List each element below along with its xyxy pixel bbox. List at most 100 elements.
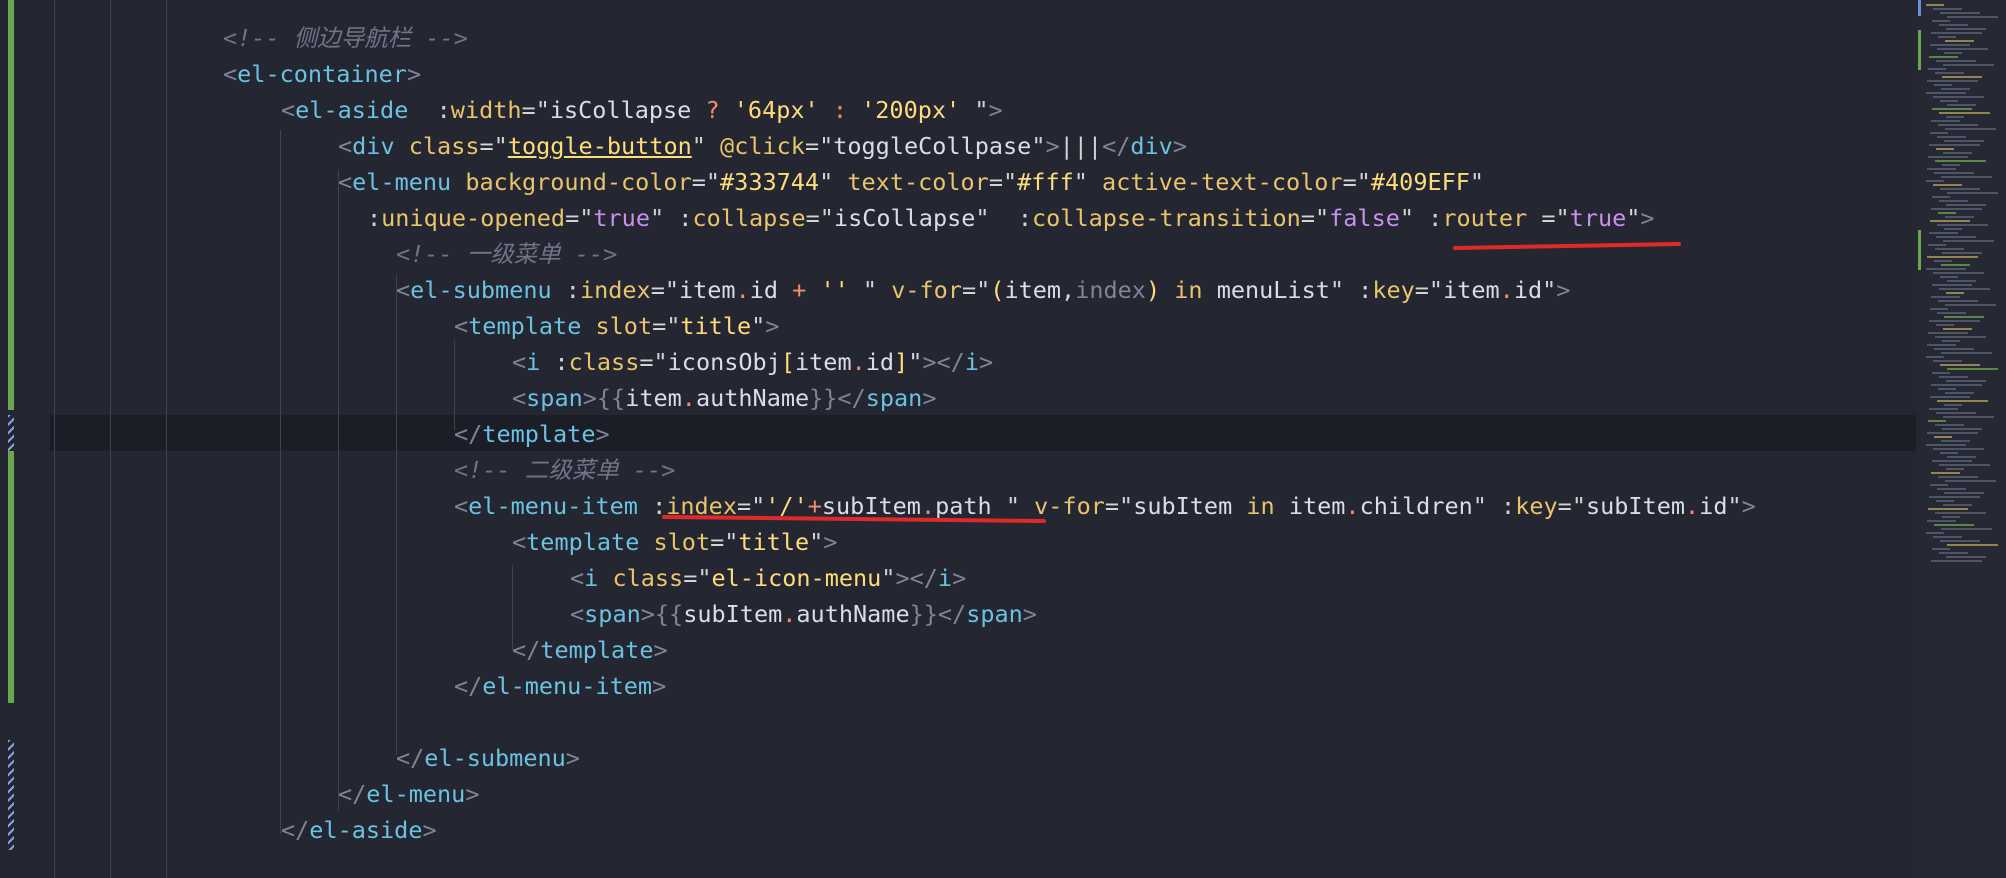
code-token: el-aside [309, 816, 423, 844]
code-line[interactable]: <div class="toggle-button" @click="toggl… [338, 128, 1187, 164]
code-token: </ [454, 420, 483, 448]
code-token: in [1160, 276, 1217, 304]
code-line[interactable]: :unique-opened="true" :collapse="isColla… [367, 200, 1655, 236]
code-line[interactable]: <el-menu background-color="#333744" text… [338, 164, 1484, 200]
code-token: iconsObj [667, 348, 781, 376]
minimap-line [1941, 264, 1970, 266]
minimap-line [1934, 524, 1974, 526]
code-token: id [865, 348, 895, 376]
minimap-line [1939, 464, 1990, 466]
minimap-line [1938, 388, 1956, 390]
code-line[interactable]: </el-aside> [281, 812, 437, 848]
code-token: v-for [1034, 492, 1105, 520]
minimap-line [1940, 364, 1980, 366]
code-token: < [570, 600, 585, 628]
code-line[interactable]: <span>{{item.authName}}</span> [512, 380, 936, 416]
code-line[interactable]: <el-menu-item :index="'/'+subItem.path "… [454, 488, 1756, 524]
code-token: key [1515, 492, 1558, 520]
code-line[interactable]: </template> [454, 416, 610, 452]
code-token: =" [1557, 492, 1586, 520]
code-line[interactable]: <i :class="iconsObj[item.id]"></i> [512, 344, 993, 380]
code-token: > [406, 60, 422, 88]
code-line[interactable]: </template> [512, 632, 668, 668]
code-line[interactable]: <el-aside :width="isCollapse ? '64px' : … [281, 92, 1003, 128]
code-token: background-color [465, 168, 692, 196]
code-line[interactable]: <template slot="title"> [512, 524, 837, 560]
minimap-line [1931, 32, 1982, 34]
code-line[interactable]: </el-submenu> [396, 740, 580, 776]
minimap-line [1927, 256, 1978, 258]
code-token: </ [396, 744, 425, 772]
code-line[interactable]: <el-submenu :index="item.id + '' " v-for… [396, 272, 1570, 308]
code-line[interactable]: <template slot="title"> [454, 308, 779, 344]
code-line[interactable]: <!-- 一级菜单 --> [396, 236, 617, 272]
code-token: : [408, 96, 451, 124]
code-token: =" [652, 312, 681, 340]
code-token: " [1031, 132, 1046, 160]
minimap-line [1928, 244, 1946, 246]
minimap-line [1936, 412, 1976, 414]
code-line[interactable]: <i class="el-icon-menu"></i> [570, 560, 966, 596]
minimap-line [1926, 532, 1944, 534]
minimap-line [1927, 432, 1978, 434]
code-line[interactable]: <el-container> [223, 56, 421, 92]
minimap-line [1946, 28, 1986, 30]
code-token: " [691, 132, 721, 160]
minimap-line [1928, 68, 1946, 70]
code-line[interactable]: </el-menu> [338, 776, 480, 812]
minimap-line [1940, 12, 1980, 14]
code-line[interactable]: </el-menu-item> [454, 668, 666, 704]
code-token: < [223, 60, 238, 88]
code-token: + [778, 276, 821, 304]
code-token: >{{ [582, 384, 626, 412]
code-token: #fff [1017, 168, 1074, 196]
code-line[interactable]: <!-- 侧边导航栏 --> [223, 20, 468, 56]
code-token: : [540, 348, 569, 376]
minimap-line [1931, 472, 1960, 474]
code-line[interactable]: <span>{{subItem.authName}}</span> [570, 596, 1037, 632]
code-token: el-menu-item [468, 492, 638, 520]
minimap-line [1935, 512, 1986, 514]
code-line[interactable]: <!-- 二级菜单 --> [454, 452, 675, 488]
minimap-line [1927, 344, 1956, 346]
code-token: > [765, 312, 780, 340]
code-token: class [568, 348, 640, 376]
code-token: id [1513, 276, 1543, 304]
minimap-line [1933, 360, 1962, 362]
code-token: id [1699, 492, 1728, 520]
minimap-line [1936, 324, 1954, 326]
code-token: ] [894, 348, 909, 376]
code-token: toggleCollpase [833, 132, 1032, 160]
code-token: < [338, 168, 353, 196]
code-token: v-for [891, 276, 962, 304]
minimap-line [1929, 408, 1958, 410]
minimap-line [1937, 400, 1988, 402]
code-token: router [1442, 204, 1528, 232]
code-token: " [1469, 168, 1485, 196]
code-editor[interactable]: <!-- 侧边导航栏 --> <el-container> <el-aside :w… [0, 0, 2006, 878]
red-annotation-underline [1452, 242, 1682, 250]
code-token: , [1061, 276, 1076, 304]
code-token: }}</ [909, 600, 967, 628]
code-token: <!-- 二级菜单 --> [454, 456, 676, 484]
code-token: =" [710, 528, 739, 556]
code-token: slot [653, 528, 711, 556]
minimap-line [1933, 96, 1984, 98]
minimap-line [1928, 508, 1968, 510]
minimap-line [1937, 48, 1988, 50]
code-token: " : [649, 204, 693, 232]
minimap-line [1941, 352, 1992, 354]
minimap-line [1939, 376, 1968, 378]
code-token: " [908, 348, 923, 376]
minimap-line [1944, 316, 1984, 318]
code-token: . [782, 600, 797, 628]
minimap-line [1929, 56, 1958, 58]
minimap[interactable] [1918, 0, 2006, 878]
code-token: subItem [1585, 492, 1686, 520]
code-token: index [1075, 276, 1146, 304]
code-token: . [735, 276, 750, 304]
code-token: > [988, 96, 1003, 124]
code-token: =" [521, 96, 550, 124]
code-token: item [1004, 276, 1062, 304]
minimap-change-marker [1918, 30, 1921, 70]
